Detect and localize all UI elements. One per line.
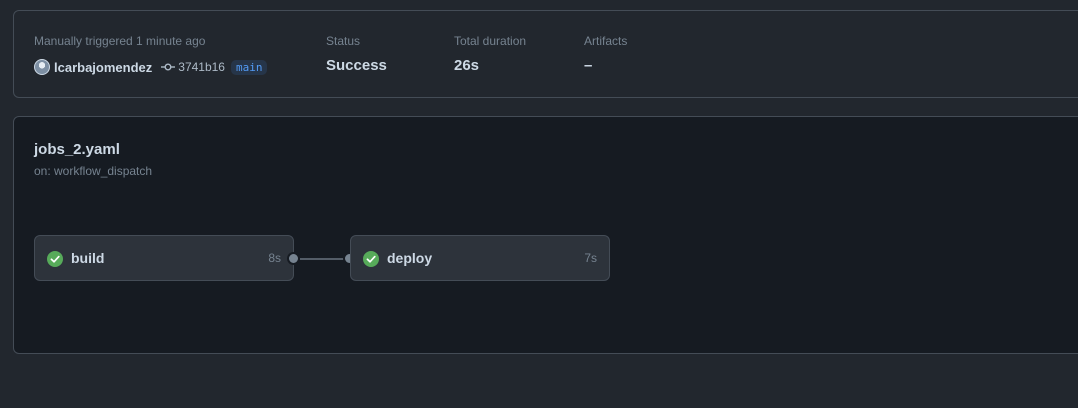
run-summary-panel: Manually triggered 1 minute ago lcarbajo… xyxy=(13,10,1078,98)
artifacts-value: – xyxy=(584,57,593,74)
job-build-output-dot xyxy=(287,252,300,265)
job-name: build xyxy=(71,250,105,266)
commit-sha-link[interactable]: 3741b16 xyxy=(178,60,225,74)
artifacts-label: Artifacts xyxy=(584,34,628,48)
job-build[interactable]: build 8s xyxy=(34,235,294,281)
workflow-trigger: on: workflow_dispatch xyxy=(34,164,153,178)
trigger-info: lcarbajomendez 3741b16 main xyxy=(34,58,268,76)
duration-value: 26s xyxy=(454,57,480,74)
job-duration: 8s xyxy=(268,251,281,265)
check-circle-icon xyxy=(47,251,63,267)
branch-badge[interactable]: main xyxy=(230,59,268,75)
status-value: Success xyxy=(326,57,387,74)
job-deploy[interactable]: deploy 7s xyxy=(350,235,610,281)
duration-label: Total duration xyxy=(454,34,527,48)
workflow-graph-panel: jobs_2.yaml on: workflow_dispatch build … xyxy=(13,116,1078,354)
workflow-name: jobs_2.yaml xyxy=(34,141,120,158)
status-label: Status xyxy=(326,34,361,48)
job-duration: 7s xyxy=(584,251,597,265)
job-name: deploy xyxy=(387,250,433,266)
check-circle-icon xyxy=(363,251,379,267)
actor-link[interactable]: lcarbajomendez xyxy=(54,60,152,75)
avatar[interactable] xyxy=(34,59,50,75)
git-commit-icon xyxy=(161,63,176,71)
trigger-label: Manually triggered 1 minute ago xyxy=(34,34,206,48)
